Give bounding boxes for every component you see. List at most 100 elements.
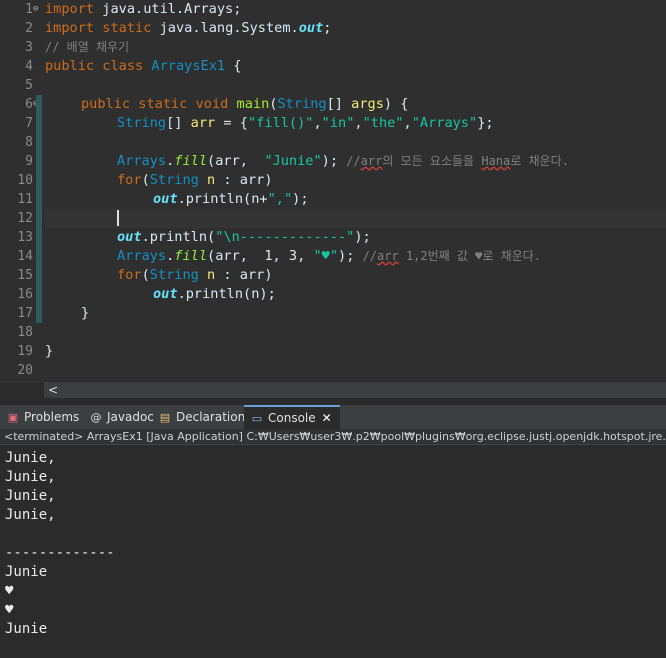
tab-problems[interactable]: ▣ Problems — [6, 405, 80, 430]
code-token: String — [149, 267, 199, 283]
console-output[interactable]: Junie, Junie, Junie, Junie, ------------… — [0, 446, 666, 658]
line-number: 14 — [17, 249, 33, 264]
line-number: 17 — [17, 306, 33, 321]
code-line[interactable]: for(String n : arr) — [45, 171, 666, 190]
line-number: 13 — [17, 230, 33, 245]
code-token: out — [153, 191, 178, 207]
line-number: 19 — [17, 344, 33, 359]
line-number: 18 — [17, 325, 33, 340]
code-line[interactable]: out.println(n); — [45, 285, 666, 304]
code-token: "fill()" — [247, 115, 314, 131]
code-line[interactable]: String[] arr = {"fill()","in","the","Arr… — [45, 114, 666, 133]
code-token: fill — [174, 248, 208, 264]
console-line: ------------- — [5, 545, 115, 561]
code-token: for — [117, 172, 142, 188]
tab-label: Console — [268, 411, 316, 425]
code-token: } — [81, 305, 90, 321]
code-token: out — [153, 286, 178, 302]
code-comment: // 배열 채우기 — [45, 40, 130, 54]
console-line: ♥ — [5, 583, 14, 599]
fold-toggle-icon[interactable]: ⊖ — [33, 0, 42, 19]
code-token: public — [81, 96, 131, 112]
code-token: void — [195, 96, 229, 112]
code-line[interactable]: public static void main(String[] args) { — [45, 95, 666, 114]
code-token: [] — [166, 115, 191, 131]
horizontal-scrollbar[interactable]: < — [44, 381, 666, 398]
code-line[interactable]: } — [45, 342, 666, 361]
code-token: n — [207, 267, 216, 283]
javadoc-icon: @ — [90, 410, 102, 424]
change-indicator-bar — [36, 95, 42, 323]
scroll-left-icon[interactable]: < — [48, 382, 58, 398]
code-token: , — [354, 115, 363, 131]
code-line[interactable]: } — [45, 304, 666, 323]
code-token: { — [225, 58, 242, 74]
console-icon: ▭ — [251, 411, 263, 425]
code-token: out — [117, 229, 142, 245]
console-line: Junie, — [5, 507, 56, 523]
code-token: "Arrays" — [411, 115, 478, 131]
code-token: }; — [477, 115, 494, 131]
code-line[interactable]: for(String n : arr) — [45, 266, 666, 285]
code-line[interactable]: out.println("\n-------------"); — [45, 228, 666, 247]
code-comment: // — [346, 154, 361, 168]
line-number-gutter: 1 ⊖ 2 3 4 5 6 ⊖ 7 8 9 10 11 12 13 14 15 … — [0, 0, 42, 383]
code-token: ( — [141, 172, 150, 188]
code-editor[interactable]: 1 ⊖ 2 3 4 5 6 ⊖ 7 8 9 10 11 12 13 14 15 … — [0, 0, 666, 383]
code-token: n — [207, 172, 216, 188]
tab-label: Javadoc — [107, 410, 154, 424]
console-line: Junie, — [5, 450, 56, 466]
code-token: String — [117, 115, 167, 131]
code-token: import — [45, 20, 95, 36]
code-comment: // — [362, 249, 378, 263]
code-line[interactable]: out.println(n+","); — [45, 190, 666, 209]
code-line[interactable]: // 배열 채우기 — [45, 38, 666, 57]
code-comment: Hana — [481, 154, 511, 168]
code-line[interactable]: import java.util.Arrays; — [45, 0, 666, 19]
code-token: ); — [292, 191, 309, 207]
code-token: "\n-------------" — [215, 229, 355, 245]
line-number: 11 — [17, 192, 33, 207]
close-icon[interactable]: ✕ — [322, 411, 332, 425]
code-token: .println(n); — [177, 286, 276, 302]
line-number: 6 — [25, 97, 33, 112]
line-number: 15 — [17, 268, 33, 283]
code-token: main — [236, 96, 270, 112]
code-token: "Junie" — [264, 153, 322, 169]
code-token: String — [277, 96, 327, 112]
console-status-line: <terminated> ArraysEx1 [Java Application… — [0, 429, 666, 445]
code-token: ); — [354, 229, 371, 245]
console-line: Junie — [5, 621, 48, 637]
line-number: 4 — [25, 59, 33, 74]
tab-console[interactable]: ▭ Console ✕ — [244, 405, 340, 430]
code-comment: 1,2번째 값 ♥로 채운다. — [398, 249, 542, 263]
code-token: "," — [267, 191, 293, 207]
code-line[interactable]: Arrays.fill(arr, "Junie"); //arr의 모든 요소들… — [45, 152, 666, 171]
tab-declaration[interactable]: ▤ Declaration — [158, 405, 245, 430]
code-line[interactable]: public class ArraysEx1 { — [45, 57, 666, 76]
code-token: "♥" — [313, 248, 339, 264]
current-line-highlight[interactable] — [45, 209, 666, 228]
code-token: java.lang.System. — [151, 20, 299, 36]
code-token: (arr, 1, 3, — [207, 248, 314, 264]
code-comment: arr — [360, 154, 383, 168]
code-token: import — [45, 1, 95, 17]
code-token: ); — [321, 153, 347, 169]
code-line[interactable]: import static java.lang.System.out; — [45, 19, 666, 38]
line-number: 3 — [25, 40, 33, 55]
tab-javadoc[interactable]: @ Javadoc — [89, 405, 154, 430]
tab-label: Declaration — [176, 410, 246, 424]
code-token: Arrays — [117, 248, 167, 264]
code-token: , — [403, 115, 412, 131]
code-token: "in" — [321, 115, 355, 131]
code-token: public — [45, 58, 95, 74]
console-line: Junie, — [5, 488, 56, 504]
tab-label: Problems — [24, 410, 80, 424]
code-token: (arr, — [207, 153, 265, 169]
code-token: .println( — [141, 229, 216, 245]
code-line[interactable]: Arrays.fill(arr, 1, 3, "♥"); //arr 1,2번째… — [45, 247, 666, 266]
